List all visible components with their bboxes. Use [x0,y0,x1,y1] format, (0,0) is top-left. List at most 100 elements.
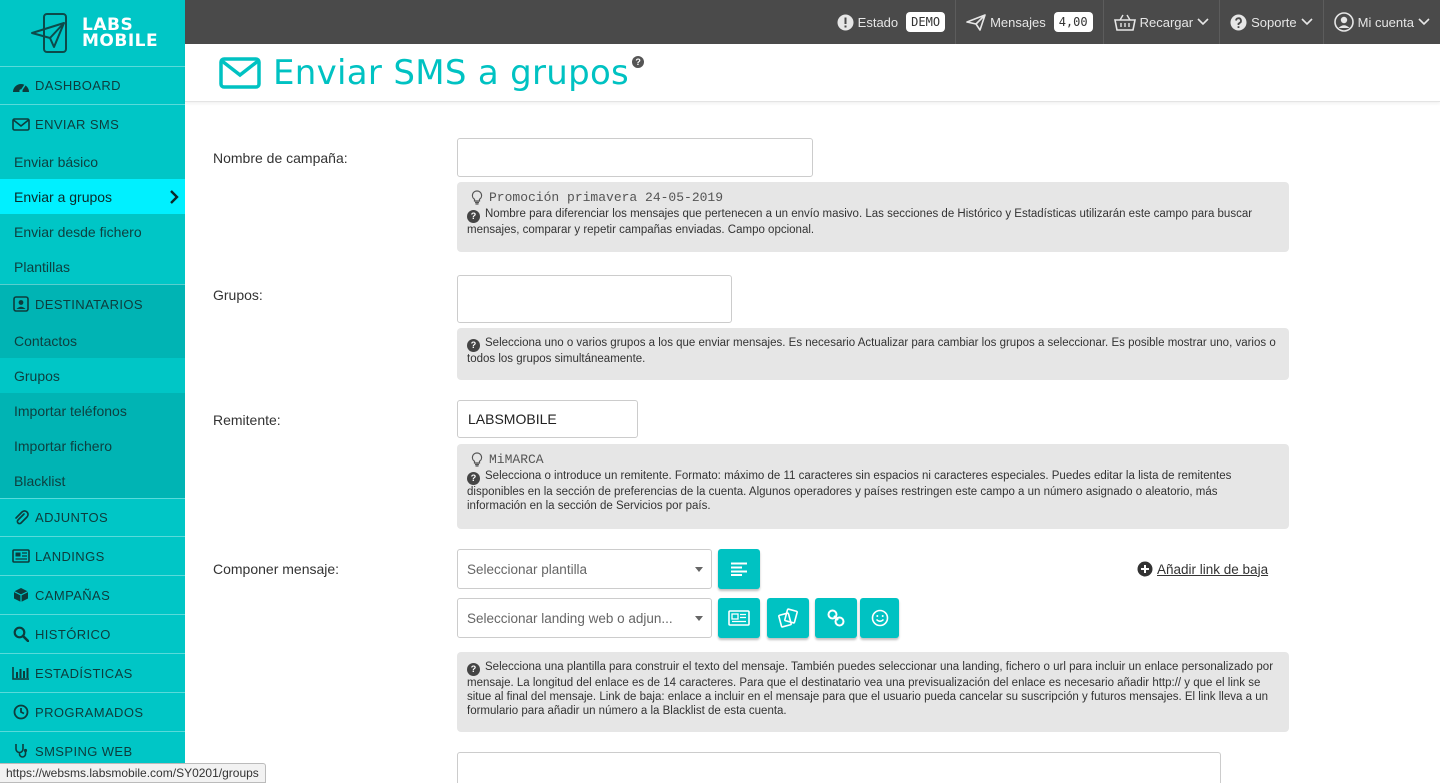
insert-template-button[interactable] [718,549,760,589]
grupos-label: Grupos: [213,287,263,303]
cube-icon [11,587,31,603]
recargar-label: Recargar [1139,14,1194,30]
campana-label: Nombre de campaña: [213,150,348,166]
exclamation-circle-icon [837,14,854,30]
recargar-menu[interactable]: Recargar [1102,0,1219,44]
logo[interactable]: LABS MOBILE [0,0,185,66]
align-left-icon [731,562,747,576]
chevron-down-icon [1197,18,1209,26]
cuenta-label: Mi cuenta [1357,14,1414,30]
campana-input[interactable] [457,138,813,177]
landing-select[interactable]: Seleccionar landing web o adjun... [457,598,712,638]
nav-programados[interactable]: PROGRAMADOS [0,693,185,732]
nav-destinatarios[interactable]: DESTINATARIOS [0,284,185,323]
sidebar-item-contactos[interactable]: Contactos [0,323,185,358]
nav-campanas[interactable]: CAMPAÑAS [0,576,185,615]
sidebar-item-enviar-basico[interactable]: Enviar básico [0,144,185,179]
newspaper-icon [728,610,750,626]
question-circle-icon: ? [467,209,480,223]
bar-chart-icon [11,665,31,681]
nav-enviar-sms-label: ENVIAR SMS [35,117,120,132]
sidebar-item-enviar-grupos-label: Enviar a grupos [14,188,113,205]
remitente-label: Remitente: [213,412,281,428]
grupos-select[interactable] [457,275,732,323]
mensajes-item[interactable]: Mensajes 4,00 [955,0,1103,44]
lightbulb-icon [471,190,483,205]
nav-estadisticas-label: ESTADÍSTICAS [35,665,133,681]
soporte-menu[interactable]: Soporte [1219,0,1323,44]
nav-campanas-label: CAMPAÑAS [35,587,111,603]
nav-dashboard-label: DASHBOARD [35,78,121,93]
message-textarea[interactable] [457,752,1221,783]
logo-line2: MOBILE [82,31,159,51]
grupos-help-text: Selecciona uno o varios grupos a los que… [467,337,1276,365]
question-circle-icon: ? [467,338,480,352]
sidebar-item-importar-telefonos[interactable]: Importar teléfonos [0,393,185,428]
campana-help: Promoción primavera 24-05-2019 ? Nombre p… [457,182,1289,252]
sidebar-item-importar-fichero[interactable]: Importar fichero [0,428,185,463]
soporte-label: Soporte [1251,14,1297,30]
add-unsubscribe-link[interactable]: Añadir link de baja [1137,561,1268,577]
nav-adjuntos-label: ADJUNTOS [35,510,109,525]
page-header: Enviar SMS a grupos ? [185,44,1440,102]
user-circle-icon [1333,12,1354,32]
clock-icon [11,704,31,720]
question-circle-icon: ? [467,662,480,676]
estado-item[interactable]: Estado DEMO [827,0,955,44]
link-icon [827,609,845,627]
dashboard-icon [11,78,31,94]
campana-example: Promoción primavera 24-05-2019 [471,190,1279,205]
mensajes-badge: 4,00 [1053,12,1093,32]
sidebar-item-plantillas[interactable]: Plantillas [0,249,185,284]
question-circle-icon: ? [467,471,480,485]
mensaje-label: Componer mensaje: [213,561,340,577]
nav-historico-label: HISTÓRICO [35,626,111,642]
insert-emoji-button[interactable] [860,598,899,638]
nav-historico[interactable]: HISTÓRICO [0,615,185,654]
grupos-help: ? Selecciona uno o varios grupos a los qu… [457,328,1289,380]
nav-enviar-sms[interactable]: ENVIAR SMS [0,105,185,144]
insert-landing-button[interactable] [718,598,760,638]
chevron-down-icon [1301,18,1313,26]
campana-help-text: Nombre para diferenciar los mensajes que… [467,208,1253,236]
stethoscope-icon [11,743,31,759]
mensaje-help: ? Selecciona una plantilla para construir… [457,652,1289,732]
remitente-help-text: Selecciona o introduce un remitente. For… [467,470,1232,512]
nav-estadisticas[interactable]: ESTADÍSTICAS [0,654,185,693]
paperclip-icon [11,509,31,526]
search-icon [11,626,31,642]
plantilla-select-text: Seleccionar plantilla [467,561,588,577]
add-unsubscribe-link-label: Añadir link de baja [1157,561,1269,577]
envelope-icon [219,56,261,89]
chevron-right-icon [170,189,179,204]
topbar: Estado DEMO Mensajes 4,00 Recargar Sopor… [185,0,1440,44]
plantilla-select[interactable]: Seleccionar plantilla [457,549,712,589]
page-title: Enviar SMS a grupos [273,52,630,93]
nav-destinatarios-label: DESTINATARIOS [35,296,144,312]
copy-icon [778,608,798,628]
caret-down-icon [695,615,703,621]
cuenta-menu[interactable]: Mi cuenta [1322,0,1440,44]
nav-landings[interactable]: LANDINGS [0,537,185,576]
question-circle-icon [1230,14,1247,30]
basket-icon [1113,14,1136,31]
insert-file-button[interactable] [767,598,809,638]
browser-status-url: https://websms.labsmobile.com/SY0201/gro… [0,763,266,783]
remitente-example: MiMARCA [471,452,1279,467]
help-icon[interactable]: ? [632,55,645,68]
destinatarios-section: DESTINATARIOS Contactos [0,284,185,358]
plus-circle-icon [1137,561,1153,577]
sidebar-item-enviar-fichero[interactable]: Enviar desde fichero [0,214,185,249]
lightbulb-icon [471,452,483,467]
nav-dashboard[interactable]: DASHBOARD [0,66,185,105]
logo-text: LABS MOBILE [82,17,159,51]
paper-plane-icon [966,13,986,31]
caret-down-icon [695,566,703,572]
sidebar-item-enviar-grupos[interactable]: Enviar a grupos [0,179,185,214]
insert-url-button[interactable] [815,598,857,638]
sidebar-item-blacklist[interactable]: Blacklist [0,463,185,498]
sidebar-item-grupos[interactable]: Grupos [0,358,185,393]
landing-select-text: Seleccionar landing web o adjun... [467,610,673,626]
nav-adjuntos[interactable]: ADJUNTOS [0,498,185,537]
remitente-input[interactable]: LABSMOBILE [457,400,638,438]
